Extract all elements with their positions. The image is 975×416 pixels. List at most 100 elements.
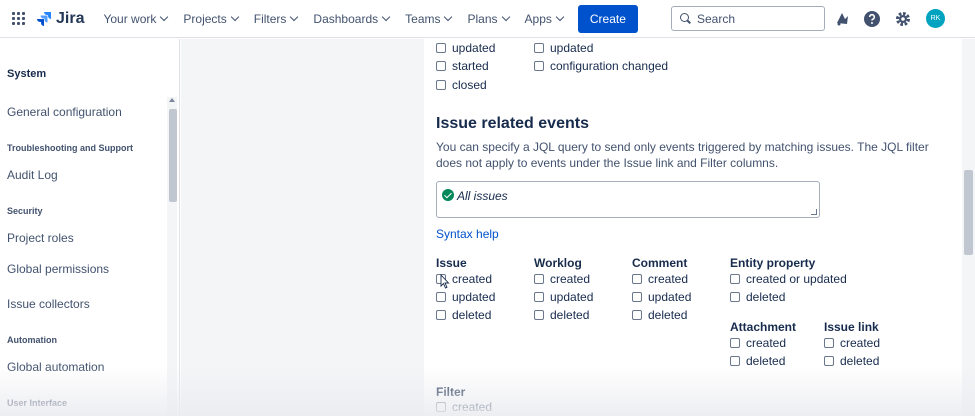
checkbox[interactable] (436, 292, 446, 302)
top-navigation: Jira Your work Projects Filters Dashboar… (0, 0, 975, 38)
nav-dashboards[interactable]: Dashboards (306, 6, 396, 32)
nav-label: Apps (524, 11, 552, 26)
chevron-down-icon (444, 12, 453, 22)
event-checkbox-row[interactable]: updated (534, 41, 593, 55)
checkbox[interactable] (824, 356, 834, 366)
sidebar-header-security: Security (7, 206, 43, 216)
event-checkbox-row[interactable]: started (436, 59, 489, 73)
nav-filters[interactable]: Filters (247, 6, 305, 32)
sidebar-item-global-permissions[interactable]: Global permissions (7, 262, 109, 276)
worklog-deleted-checkbox[interactable]: deleted (534, 308, 589, 322)
nav-label: Teams (405, 11, 441, 26)
attachment-created-checkbox[interactable]: created (730, 336, 786, 350)
checkbox[interactable] (824, 338, 834, 348)
worklog-created-checkbox[interactable]: created (534, 272, 590, 286)
checkbox[interactable] (534, 274, 544, 284)
worklog-updated-checkbox[interactable]: updated (534, 290, 593, 304)
checkbox[interactable] (730, 338, 740, 348)
checkbox[interactable] (632, 292, 642, 302)
sidebar-header-automation: Automation (7, 335, 57, 345)
jql-value: All issues (457, 189, 508, 203)
checkbox-label: updated (550, 290, 594, 304)
nav-label: Dashboards (313, 11, 379, 26)
chevron-down-icon (230, 12, 239, 22)
jira-logo[interactable]: Jira (36, 10, 84, 28)
entity-property-created-checkbox[interactable]: created or updated (730, 272, 847, 286)
checkbox[interactable] (632, 310, 642, 320)
admin-sidebar: System General configuration Troubleshoo… (0, 39, 180, 416)
section-title: Issue related events (436, 115, 589, 132)
sidebar-section-title: System (7, 68, 47, 80)
comment-created-checkbox[interactable]: created (632, 272, 688, 286)
page-scrollbar-thumb[interactable] (964, 170, 973, 255)
comment-updated-checkbox[interactable]: updated (632, 290, 691, 304)
filter-created-checkbox[interactable]: created (436, 400, 492, 414)
nav-teams[interactable]: Teams (398, 6, 458, 32)
sidebar-item-global-automation[interactable]: Global automation (7, 360, 104, 374)
worklog-column-header: Worklog (534, 256, 582, 270)
entity-property-deleted-checkbox[interactable]: deleted (730, 290, 785, 304)
section-description: You can specify a JQL query to send only… (436, 140, 929, 170)
jql-filter-input[interactable]: All issues (436, 181, 820, 218)
attachment-deleted-checkbox[interactable]: deleted (730, 354, 785, 368)
checkbox-label: updated (452, 290, 496, 304)
chevron-down-icon (290, 12, 299, 22)
syntax-help-link[interactable]: Syntax help (436, 227, 499, 241)
checkbox-label: configuration changed (550, 59, 669, 73)
issue-updated-checkbox[interactable]: updated (436, 290, 495, 304)
checkbox[interactable] (730, 274, 740, 284)
sidebar-header-user-interface: User Interface (7, 398, 68, 408)
checkbox-label: deleted (840, 354, 880, 368)
checkbox[interactable] (534, 43, 544, 53)
sidebar-item-general-configuration[interactable]: General configuration (7, 105, 122, 119)
checkbox[interactable] (436, 80, 446, 90)
event-checkbox-row[interactable]: closed (436, 78, 487, 92)
checkbox[interactable] (534, 310, 544, 320)
sidebar-item-project-roles[interactable]: Project roles (7, 231, 74, 245)
checkbox[interactable] (730, 292, 740, 302)
checkbox[interactable] (534, 292, 544, 302)
issue-deleted-checkbox[interactable]: deleted (436, 308, 491, 322)
search-input[interactable]: Search (671, 6, 825, 31)
scroll-up-arrow-icon[interactable] (169, 98, 175, 102)
chevron-down-icon (160, 12, 169, 22)
checkbox[interactable] (534, 61, 544, 71)
checkbox-label: closed (452, 78, 487, 92)
nav-apps[interactable]: Apps (518, 6, 570, 32)
comment-deleted-checkbox[interactable]: deleted (632, 308, 687, 322)
checkbox-label: updated (648, 290, 692, 304)
settings-gear-icon[interactable] (894, 10, 912, 28)
checkbox[interactable] (436, 43, 446, 53)
logo-text: Jira (56, 9, 85, 27)
chevron-down-icon (555, 12, 565, 22)
event-checkbox-row[interactable]: updated (436, 41, 495, 55)
nav-your-work[interactable]: Your work (96, 6, 174, 32)
checkbox[interactable] (436, 402, 446, 412)
sidebar-item-issue-collectors[interactable]: Issue collectors (7, 297, 90, 311)
event-checkbox-row[interactable]: configuration changed (534, 59, 668, 73)
sidebar-scrollbar-thumb[interactable] (169, 109, 177, 202)
checkbox[interactable] (436, 310, 446, 320)
checkbox-label: created (746, 336, 787, 350)
checkbox-label: created or updated (746, 272, 847, 286)
notifications-icon[interactable] (833, 10, 851, 28)
issue-link-created-checkbox[interactable]: created (824, 336, 880, 350)
issue-link-deleted-checkbox[interactable]: deleted (824, 354, 879, 368)
help-icon[interactable] (863, 10, 881, 28)
resize-handle-icon[interactable] (811, 209, 817, 215)
checkbox-label: created (550, 272, 591, 286)
create-button[interactable]: Create (577, 4, 638, 33)
checkbox-label: deleted (452, 308, 492, 322)
nav-plans[interactable]: Plans (460, 6, 515, 32)
valid-check-icon (442, 189, 454, 201)
checkbox[interactable] (730, 356, 740, 366)
checkbox-label: deleted (648, 308, 688, 322)
checkbox[interactable] (436, 61, 446, 71)
sidebar-item-audit-log[interactable]: Audit Log (7, 168, 58, 182)
nav-projects[interactable]: Projects (176, 6, 244, 32)
comment-column-header: Comment (632, 256, 688, 270)
checkbox[interactable] (632, 274, 642, 284)
user-avatar[interactable]: RK (926, 9, 945, 28)
app-switcher-icon[interactable] (12, 11, 26, 26)
chevron-down-icon (381, 12, 391, 22)
